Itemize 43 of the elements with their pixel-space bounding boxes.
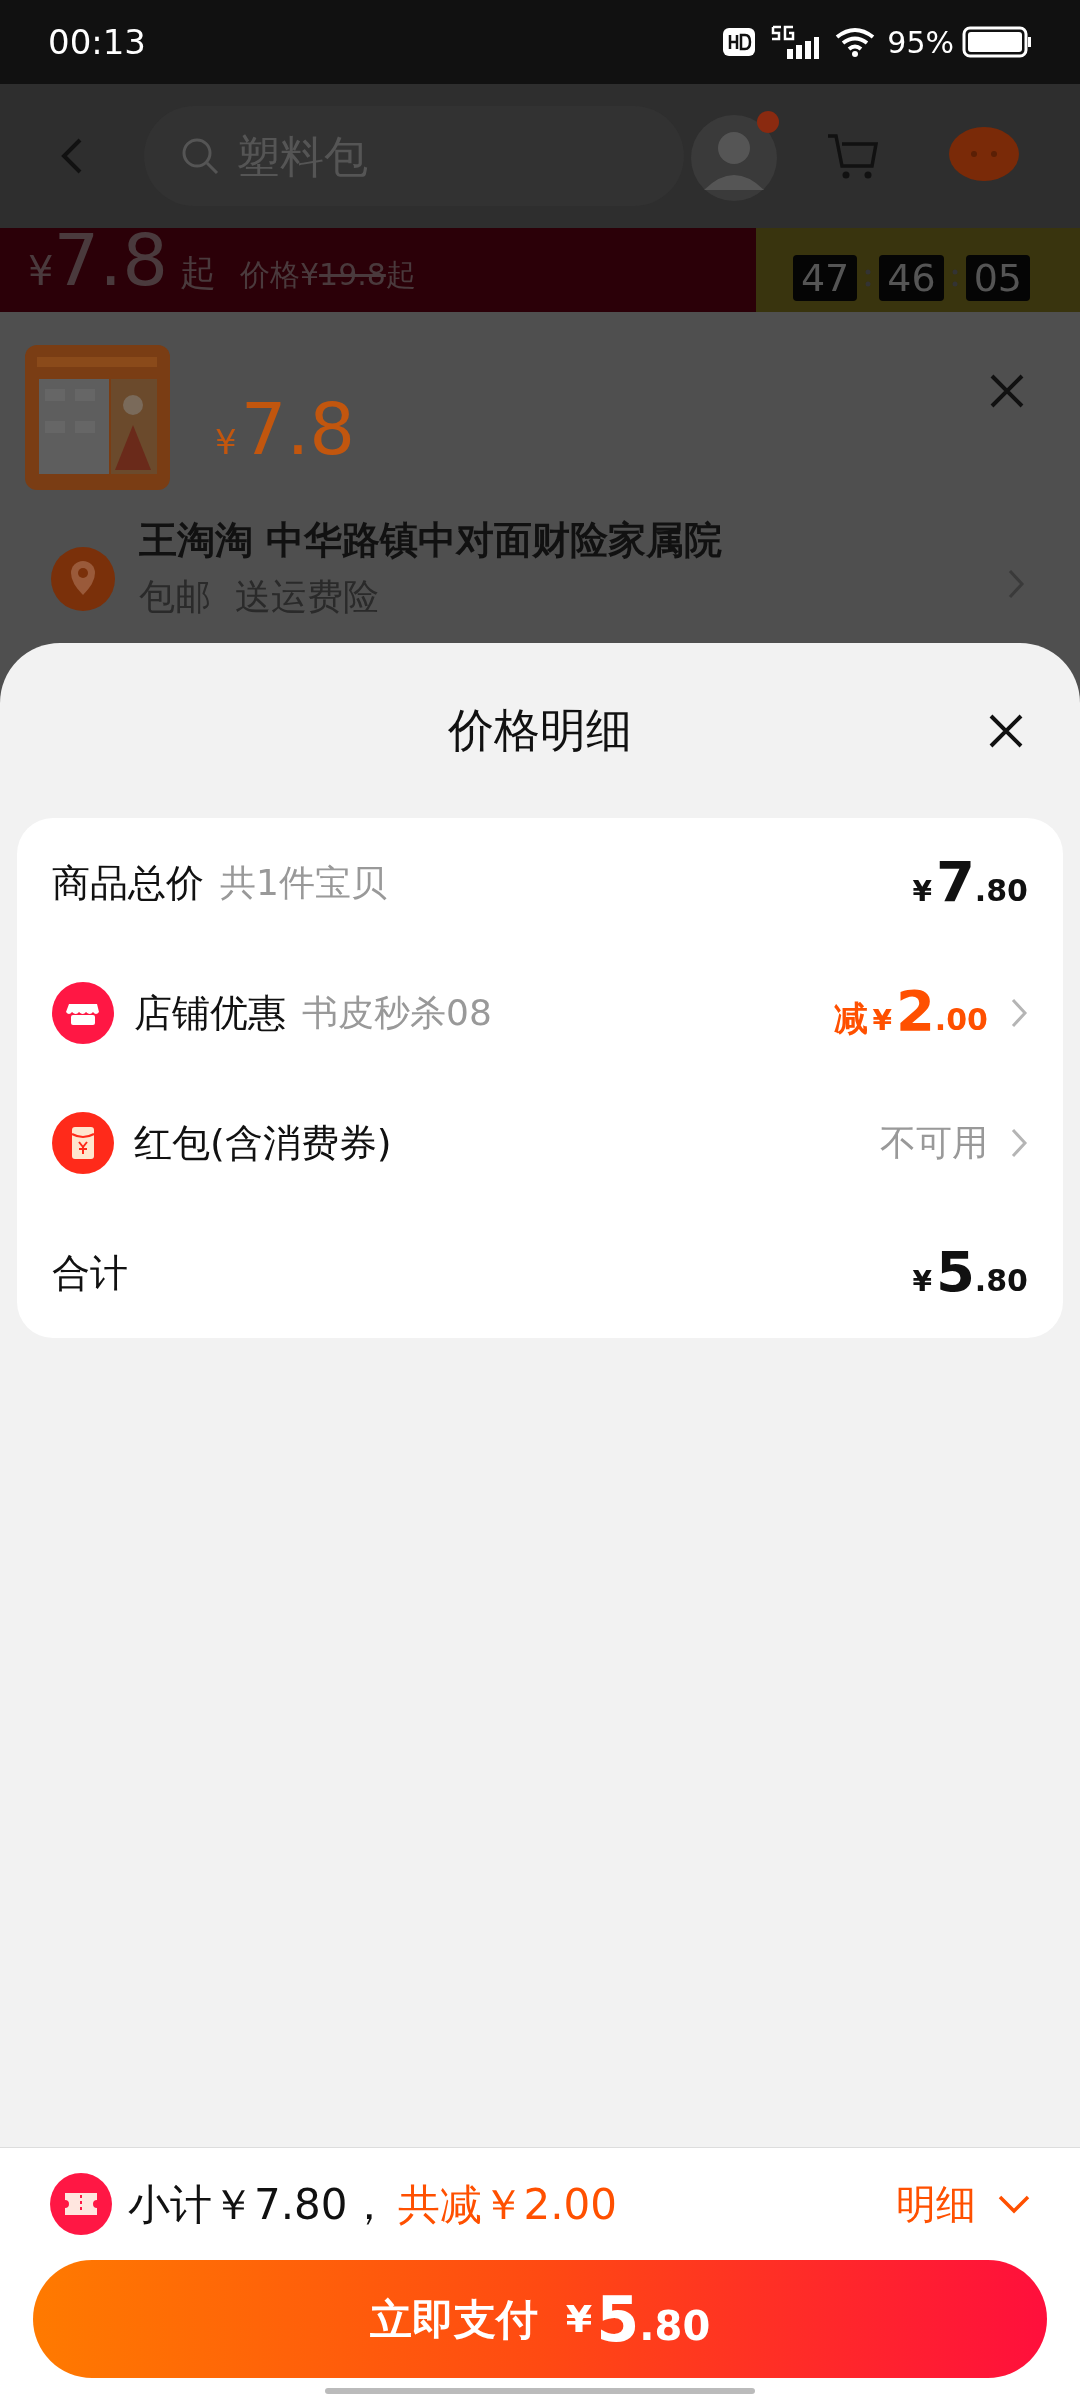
status-text: 不可用 bbox=[880, 1121, 988, 1165]
battery-percent: 95% bbox=[887, 23, 954, 62]
price-amount: 减¥2.00 bbox=[834, 982, 988, 1044]
avatar-icon[interactable] bbox=[690, 110, 780, 202]
close-icon[interactable] bbox=[988, 713, 1024, 749]
countdown-digits: 46 bbox=[879, 255, 944, 301]
banner-price-suffix: 起 bbox=[179, 251, 216, 295]
row-note: 共1件宝贝 bbox=[220, 861, 387, 905]
location-pin-icon bbox=[51, 547, 115, 611]
banner-original-price: 价格¥19.8起 bbox=[239, 256, 416, 294]
chevron-down-icon bbox=[998, 2194, 1030, 2214]
search-icon bbox=[180, 136, 220, 176]
colon-icon bbox=[865, 268, 872, 288]
row-label: 店铺优惠 bbox=[134, 989, 286, 1037]
hd-icon bbox=[723, 28, 756, 56]
wifi-icon bbox=[835, 26, 876, 58]
row-label: 合计 bbox=[52, 1249, 128, 1297]
subtotal-text: 小计￥7.80， bbox=[128, 2178, 390, 2231]
ticket-icon bbox=[50, 2173, 112, 2235]
envelope-icon bbox=[52, 1112, 114, 1174]
battery-icon bbox=[962, 26, 1032, 58]
store-icon bbox=[52, 982, 114, 1044]
price-amount: ¥7.80 bbox=[912, 853, 1028, 913]
status-time: 00:13 bbox=[48, 20, 146, 64]
row-label: 商品总价 bbox=[52, 859, 204, 907]
row-note: 书皮秒杀08 bbox=[302, 991, 492, 1035]
banner-price: ¥7.8 bbox=[28, 228, 168, 304]
cellular-signal-icon bbox=[771, 25, 820, 59]
cart-icon[interactable] bbox=[826, 132, 878, 180]
discount-total: 共减￥2.00 bbox=[397, 2178, 618, 2231]
countdown-digits: 47 bbox=[792, 255, 858, 301]
details-toggle[interactable]: 明细 bbox=[896, 2174, 1030, 2234]
row-label: 红包(含消费券) bbox=[134, 1119, 392, 1167]
price-amount: ¥5.80 bbox=[912, 1243, 1028, 1303]
chevron-right-icon bbox=[1010, 997, 1028, 1029]
sheet-title: 价格明细 bbox=[448, 702, 632, 759]
product-price: ¥7.8 bbox=[215, 386, 356, 473]
colon-icon bbox=[951, 268, 958, 288]
chevron-right-icon bbox=[1010, 1127, 1028, 1159]
pay-now-button[interactable]: 立即支付 ¥5.80 bbox=[33, 2260, 1047, 2378]
back-icon[interactable] bbox=[60, 136, 84, 176]
address-text: 王淘淘 中华路镇中对面财险家属院 bbox=[139, 517, 723, 564]
countdown-digits: 05 bbox=[965, 255, 1030, 301]
